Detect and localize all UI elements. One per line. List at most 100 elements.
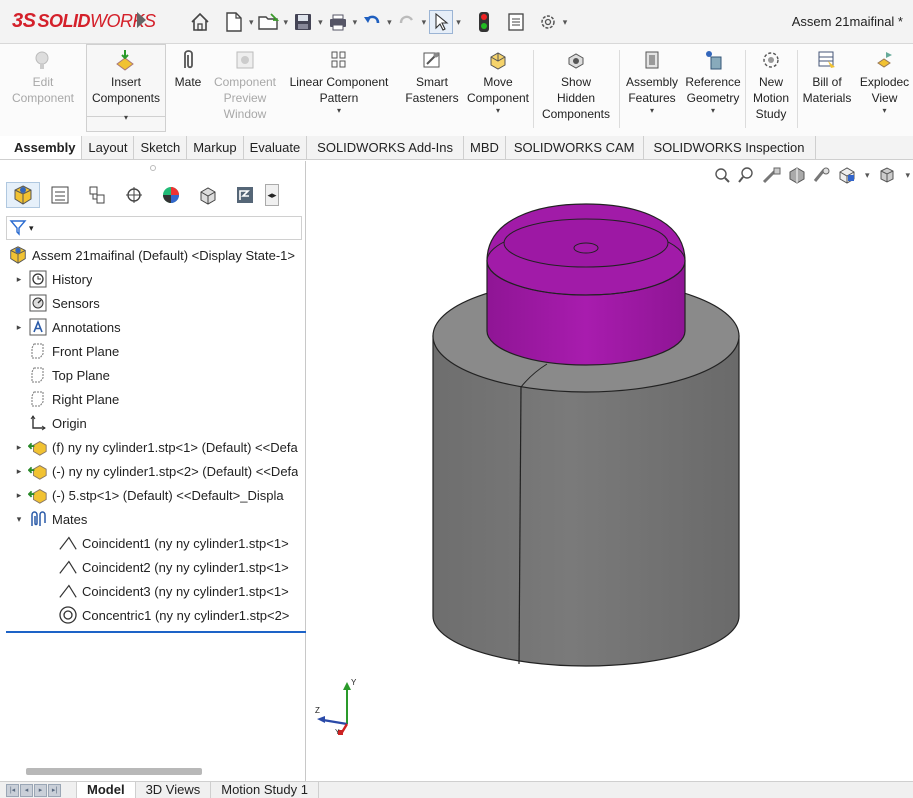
property-manager-tab-icon[interactable] xyxy=(43,182,77,208)
redo-icon[interactable] xyxy=(395,10,419,34)
tree-item-coincident2[interactable]: Coincident2 (ny ny cylinder1.stp<1> xyxy=(0,555,306,579)
linear-pattern-icon xyxy=(282,48,396,72)
exploded-view-icon xyxy=(856,48,913,72)
tree-item-coincident3[interactable]: Coincident3 (ny ny cylinder1.stp<1> xyxy=(0,579,306,603)
pane-grip[interactable] xyxy=(150,165,156,171)
rollback-bar[interactable] xyxy=(6,631,306,633)
tree-item-coincident1[interactable]: Coincident1 (ny ny cylinder1.stp<1> xyxy=(0,531,306,555)
tree-item-part-1[interactable]: ▸ (f) ny ny cylinder1.stp<1> (Default) <… xyxy=(0,435,306,459)
reference-geometry-button[interactable]: Reference Geometry ▾ xyxy=(682,48,744,116)
mate-button[interactable]: Mate xyxy=(168,48,208,90)
tab-markup[interactable]: Markup xyxy=(187,136,244,159)
redo-dropdown-icon[interactable]: ▾ xyxy=(422,17,427,28)
assembly-features-dropdown-icon[interactable]: ▾ xyxy=(620,106,684,116)
print-icon[interactable] xyxy=(326,10,350,34)
select-dropdown-icon[interactable]: ▾ xyxy=(456,17,461,28)
tree-item-concentric1[interactable]: Concentric1 (ny ny cylinder1.stp<2> xyxy=(0,603,306,627)
expand-arrow-icon[interactable]: ▸ xyxy=(14,466,24,477)
undo-dropdown-icon[interactable]: ▾ xyxy=(387,17,392,28)
next-tab-icon[interactable]: ▸ xyxy=(34,783,47,797)
linear-component-pattern-button[interactable]: Linear Component Pattern ▾ xyxy=(282,48,396,116)
more-tabs-arrows-icon[interactable]: ◂▸ xyxy=(265,184,279,206)
display-manager-tab-icon[interactable] xyxy=(154,182,188,208)
tab-cam[interactable]: SOLIDWORKS CAM xyxy=(506,136,644,159)
solidworks-logo[interactable]: 3S SOLIDWORKS xyxy=(12,10,156,33)
expand-arrow-icon[interactable]: ▸ xyxy=(14,274,24,285)
cam-manager-tab-icon[interactable] xyxy=(191,182,225,208)
new-document-icon[interactable] xyxy=(222,10,246,34)
horizontal-scrollbar[interactable] xyxy=(26,768,202,775)
save-icon[interactable] xyxy=(291,10,315,34)
smart-fasteners-button[interactable]: Smart Fasteners xyxy=(398,48,466,106)
tab-sketch[interactable]: Sketch xyxy=(134,136,188,159)
options-dropdown-icon[interactable]: ▾ xyxy=(563,17,568,28)
filter-dropdown-icon[interactable]: ▾ xyxy=(29,223,34,234)
tab-assembly[interactable]: Assembly xyxy=(0,136,83,159)
file-properties-icon[interactable] xyxy=(504,10,528,34)
tab-evaluate[interactable]: Evaluate xyxy=(244,136,308,159)
undo-icon[interactable] xyxy=(360,10,384,34)
show-hidden-components-button[interactable]: Show Hidden Components xyxy=(534,48,618,122)
new-motion-study-button[interactable]: New Motion Study xyxy=(746,48,796,122)
exploded-view-dropdown-icon[interactable]: ▾ xyxy=(856,106,913,116)
edit-component-button[interactable]: Edit Component xyxy=(0,48,86,106)
tab-mbd[interactable]: MBD xyxy=(464,136,506,159)
tab-model[interactable]: Model xyxy=(76,782,136,798)
insert-components-button[interactable]: Insert Components ▾ xyxy=(86,48,166,123)
tree-item-part-2[interactable]: ▸ (-) ny ny cylinder1.stp<2> (Default) <… xyxy=(0,459,306,483)
edit-component-icon xyxy=(0,48,86,72)
title-bar: 3S SOLIDWORKS ▾ ▾ ▾ ▾ ▾ ▾ ▾ ▾ Assem 21ma… xyxy=(0,0,913,44)
move-component-dropdown-icon[interactable]: ▾ xyxy=(466,106,530,116)
expand-arrow-icon[interactable]: ▸ xyxy=(14,442,24,453)
expand-arrow-icon[interactable]: ▸ xyxy=(14,322,24,333)
select-pointer-icon[interactable] xyxy=(429,10,454,34)
component-preview-window-button[interactable]: Component Preview Window xyxy=(206,48,284,122)
cam-operation-tab-icon[interactable] xyxy=(228,182,262,208)
move-component-button[interactable]: Move Component ▾ xyxy=(466,48,530,116)
tree-item-mates[interactable]: ▾ Mates xyxy=(0,507,306,531)
options-gear-icon[interactable] xyxy=(536,10,560,34)
tab-motion-study-1[interactable]: Motion Study 1 xyxy=(210,782,319,798)
exploded-view-button[interactable]: Explodec View ▾ xyxy=(856,48,913,116)
expand-menu-arrow-icon[interactable] xyxy=(137,12,146,28)
tree-item-front-plane[interactable]: Front Plane xyxy=(0,339,306,363)
prev-tab-icon[interactable]: ◂ xyxy=(20,783,33,797)
tree-item-origin[interactable]: Origin xyxy=(0,411,306,435)
graphics-area[interactable]: ▾ ▾ Y Z Y xyxy=(307,161,913,781)
tree-item-right-plane[interactable]: Right Plane xyxy=(0,387,306,411)
tab-3d-views[interactable]: 3D Views xyxy=(134,782,212,798)
configuration-manager-tab-icon[interactable] xyxy=(80,182,114,208)
tab-inspection[interactable]: SOLIDWORKS Inspection xyxy=(644,136,816,159)
bill-of-materials-button[interactable]: Bill of Materials xyxy=(798,48,856,106)
feature-manager-tab-icon[interactable] xyxy=(6,182,40,208)
open-dropdown-icon[interactable]: ▾ xyxy=(284,17,289,28)
insert-components-dropdown-icon[interactable]: ▾ xyxy=(86,113,166,123)
reference-geometry-dropdown-icon[interactable]: ▾ xyxy=(682,106,744,116)
tree-root-assembly[interactable]: Assem 21maifinal (Default) <Display Stat… xyxy=(0,243,306,267)
tree-filter-bar[interactable]: ▾ xyxy=(6,216,302,240)
smart-fasteners-icon xyxy=(398,48,466,72)
home-icon[interactable] xyxy=(188,10,212,34)
tab-layout[interactable]: Layout xyxy=(82,136,135,159)
tree-item-history[interactable]: ▸ History xyxy=(0,267,306,291)
assembly-features-button[interactable]: Assembly Features ▾ xyxy=(620,48,684,116)
tree-item-annotations[interactable]: ▸ Annotations xyxy=(0,315,306,339)
pattern-dropdown-icon[interactable]: ▾ xyxy=(282,106,396,116)
new-dropdown-icon[interactable]: ▾ xyxy=(249,17,254,28)
save-dropdown-icon[interactable]: ▾ xyxy=(318,17,323,28)
assembly-model-render[interactable] xyxy=(307,161,913,781)
open-folder-icon[interactable] xyxy=(257,10,281,34)
tree-item-part-3[interactable]: ▸ (-) 5.stp<1> (Default) <<Default>_Disp… xyxy=(0,483,306,507)
rebuild-traffic-light-icon[interactable] xyxy=(472,10,496,34)
tab-addins[interactable]: SOLIDWORKS Add-Ins xyxy=(307,136,464,159)
tree-item-sensors[interactable]: Sensors xyxy=(0,291,306,315)
dimxpert-manager-tab-icon[interactable] xyxy=(117,182,151,208)
filter-funnel-icon[interactable] xyxy=(9,218,27,239)
expand-arrow-icon[interactable]: ▸ xyxy=(14,490,24,501)
tree-item-top-plane[interactable]: Top Plane xyxy=(0,363,306,387)
first-tab-icon[interactable]: |◂ xyxy=(6,783,19,797)
collapse-arrow-icon[interactable]: ▾ xyxy=(14,514,24,525)
plane-icon xyxy=(28,341,48,361)
last-tab-icon[interactable]: ▸| xyxy=(48,783,61,797)
print-dropdown-icon[interactable]: ▾ xyxy=(353,17,358,28)
